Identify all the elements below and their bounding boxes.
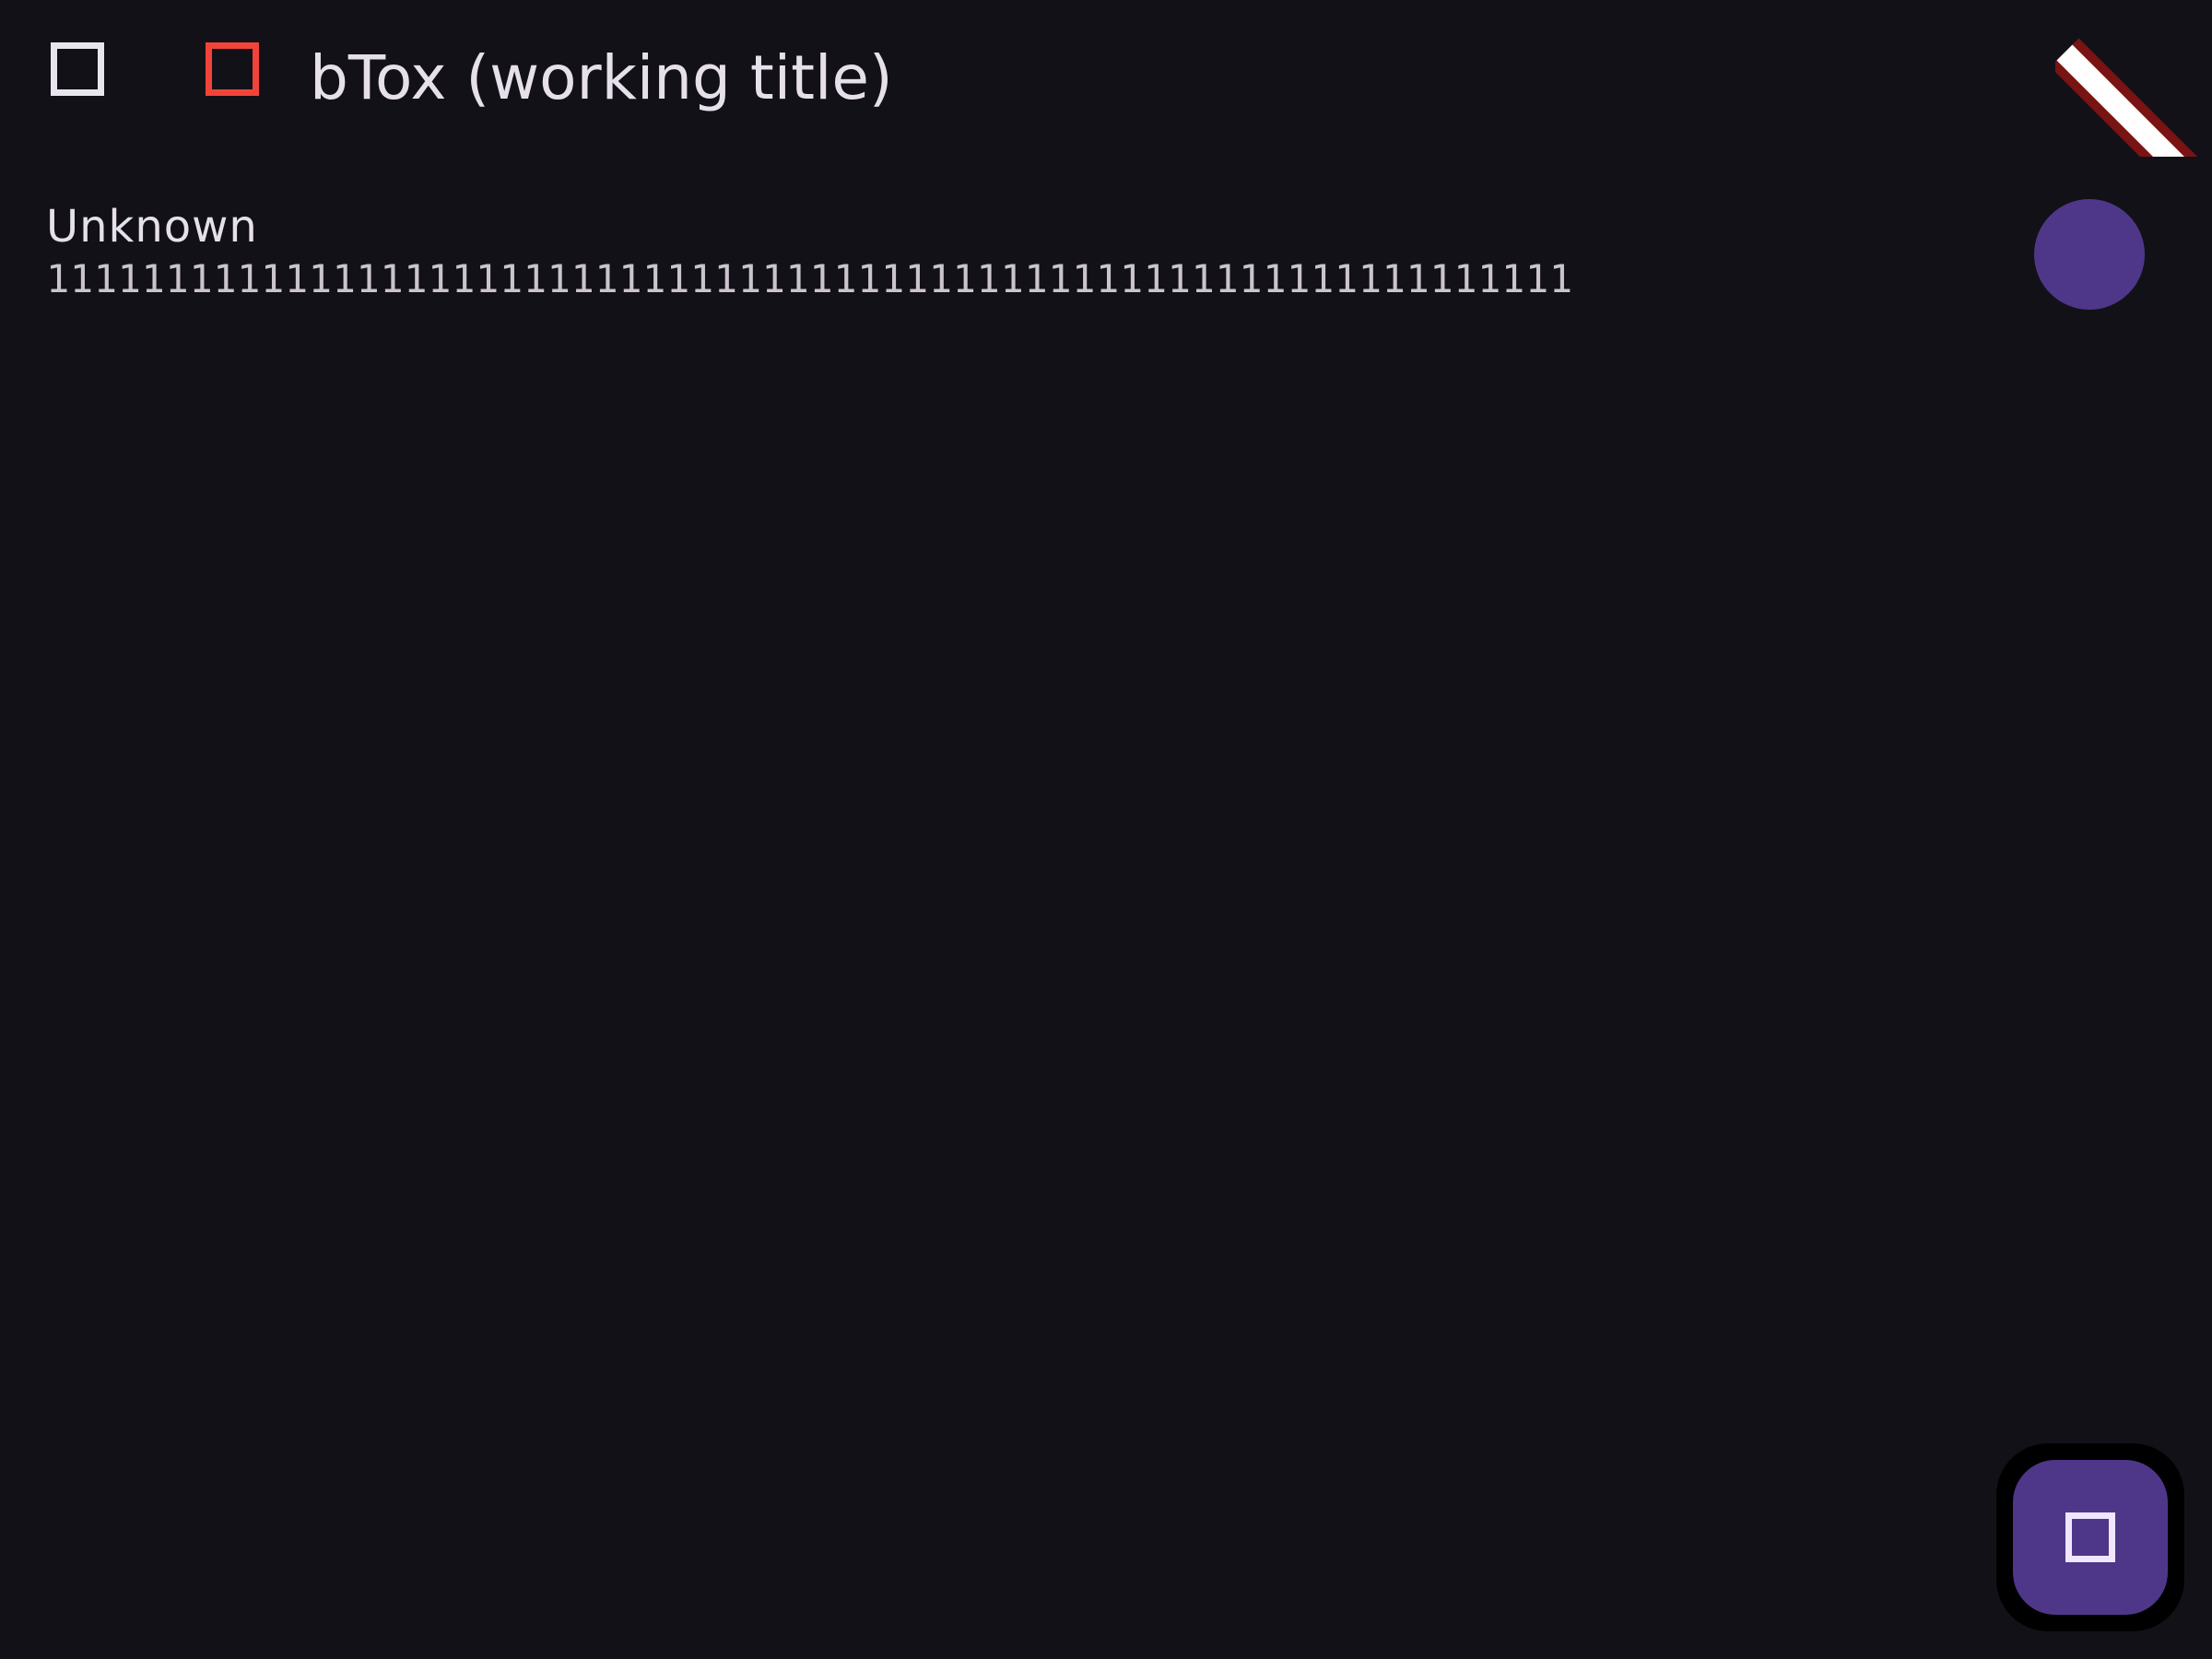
add-contact-button[interactable] (2013, 1460, 2168, 1615)
debug-banner-band (2055, 38, 2212, 157)
contact-list-item[interactable]: Unknown 11111111111111111111111111111111… (0, 181, 2212, 328)
contact-avatar (2034, 199, 2145, 310)
contact-name: Unknown (46, 201, 258, 253)
app-title: bTox (working title) (310, 42, 893, 113)
add-contact-icon (2065, 1512, 2115, 1562)
app-bar: bTox (working title) (0, 0, 2212, 157)
contact-id: 1111111111111111111111111111111111111111… (46, 256, 1573, 301)
debug-banner-stripe (2056, 44, 2212, 157)
menu-icon (51, 42, 104, 96)
connection-status-button[interactable] (182, 18, 283, 120)
menu-button[interactable] (27, 18, 128, 120)
connection-status-icon (206, 42, 259, 96)
debug-banner (2055, 0, 2212, 157)
